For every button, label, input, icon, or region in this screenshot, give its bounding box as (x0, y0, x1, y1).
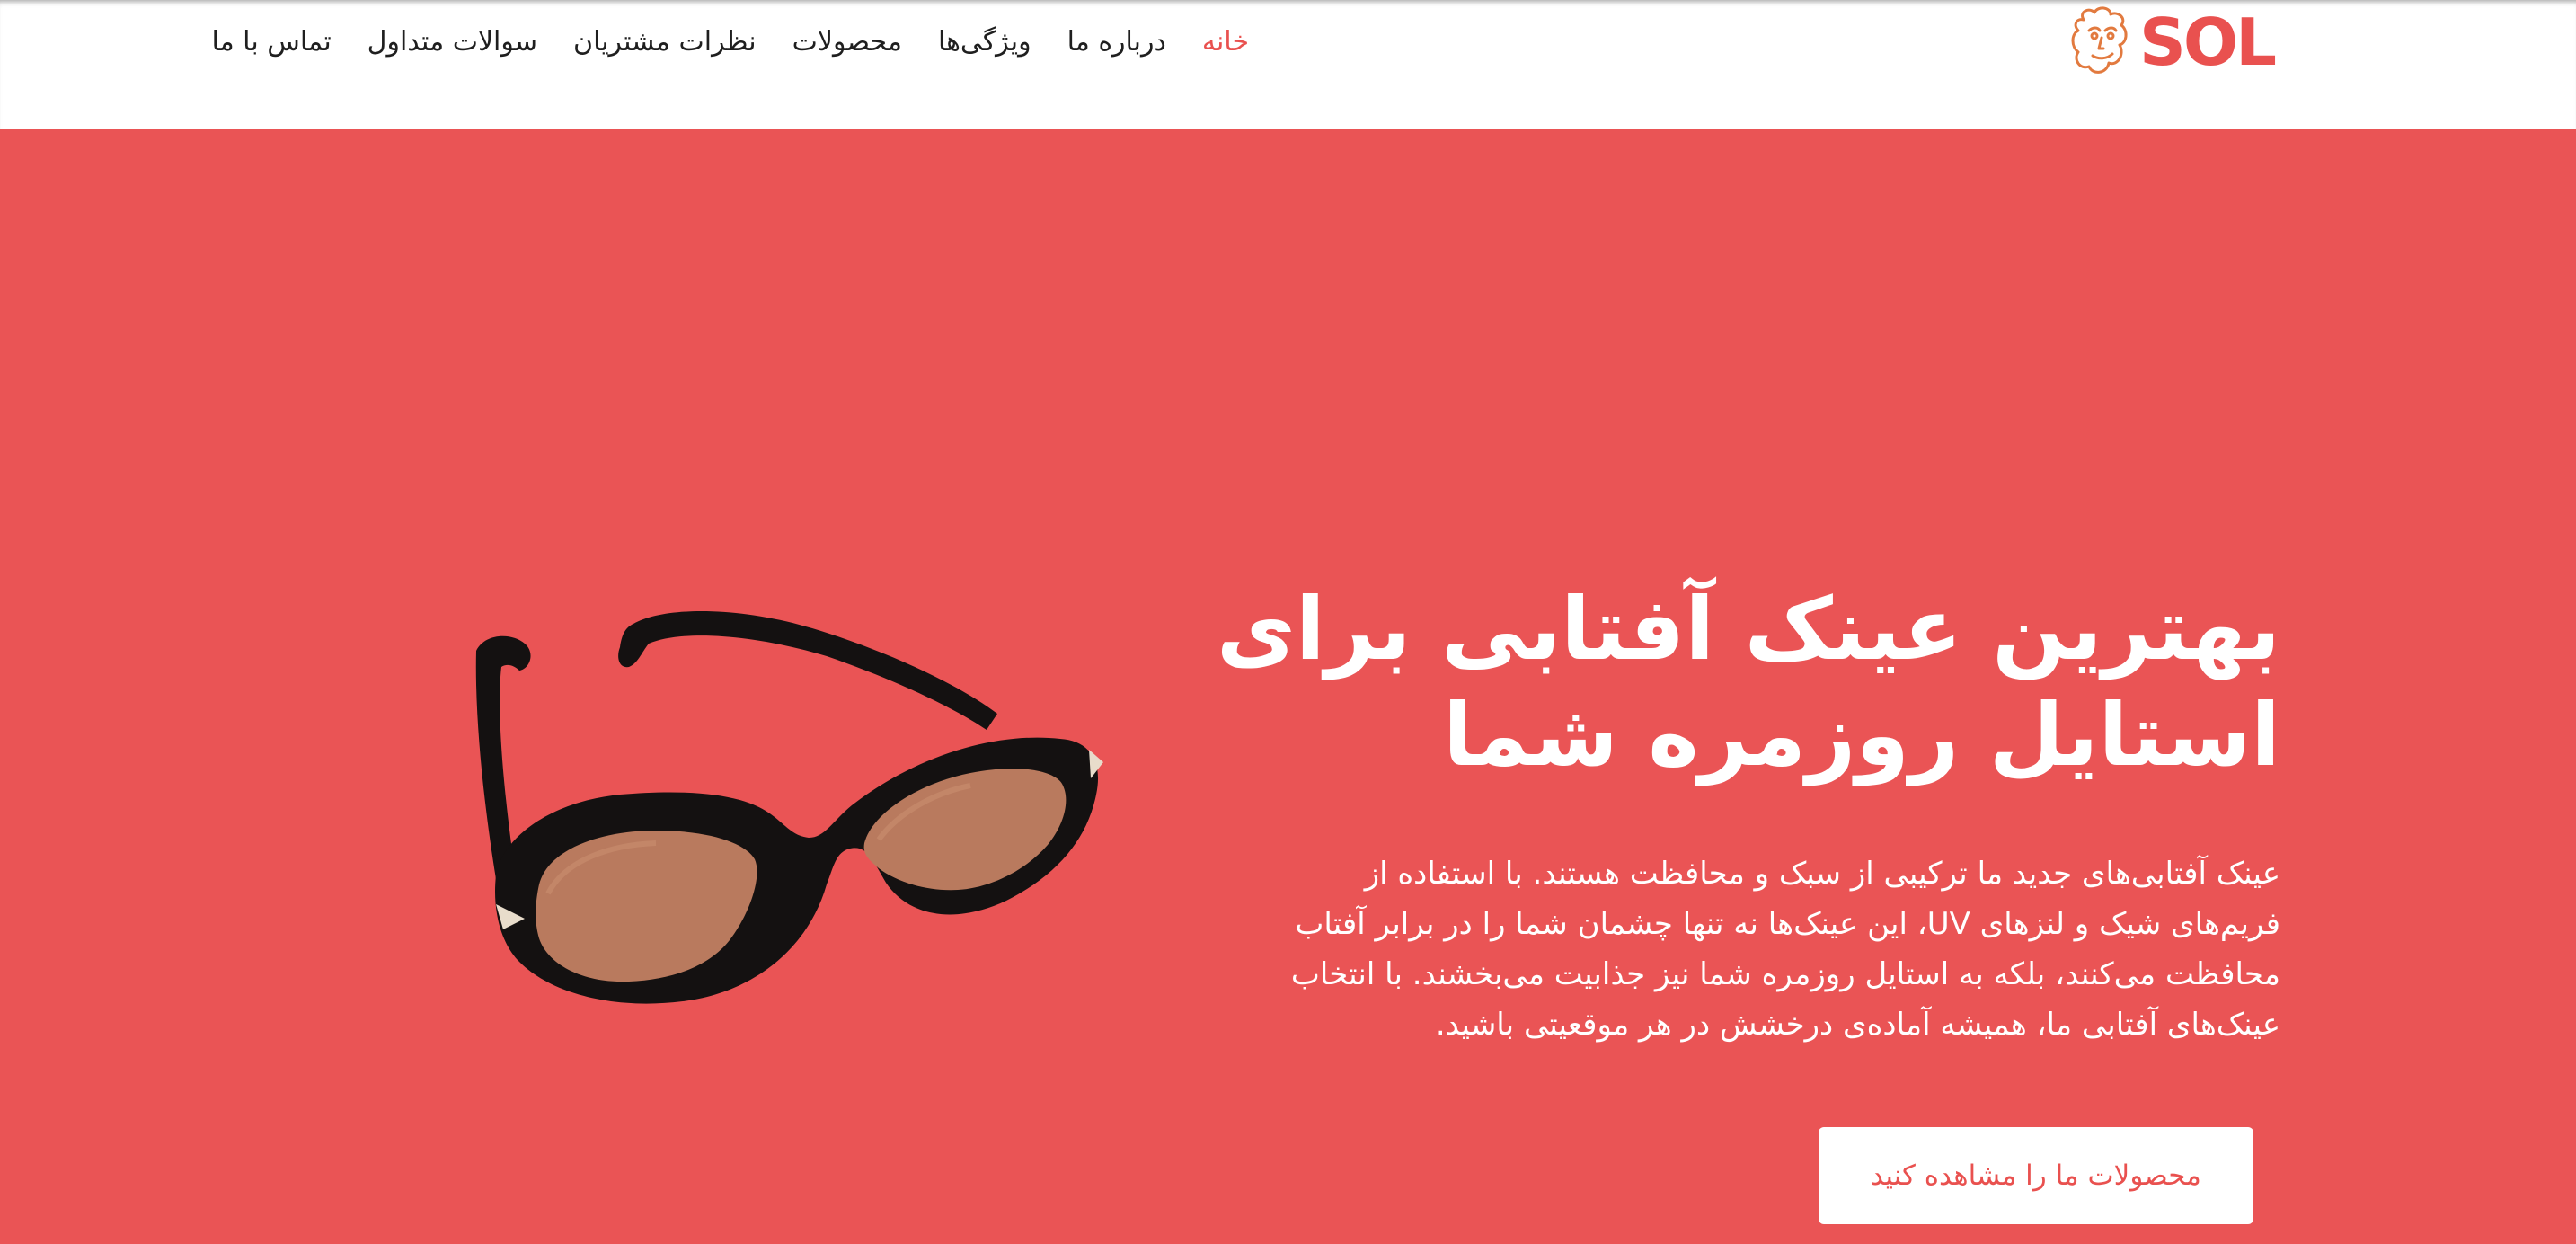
hero-section: بهترین عینک آفتابی برای استایل روزمره شم… (0, 129, 2576, 1244)
hero-title: بهترین عینک آفتابی برای استایل روزمره شم… (1216, 579, 2280, 786)
nav-item-home[interactable]: خانه (1202, 26, 1249, 58)
hero-description: عینک آفتابی‌های جدید ما ترکیبی از سبک و … (1290, 856, 2280, 1043)
nav-item-testimonials[interactable]: نظرات مشتریان (573, 26, 757, 58)
logo-text: SOL (2139, 4, 2277, 80)
logo[interactable]: SOL (2069, 4, 2277, 81)
nav-item-features[interactable]: ویژگی‌ها (938, 26, 1031, 58)
sun-face-icon (2071, 6, 2128, 74)
nav-item-faq[interactable]: سوالات متداول (367, 26, 537, 58)
view-products-button[interactable]: محصولات ما را مشاهده کنید (1819, 1127, 2253, 1224)
nav-item-products[interactable]: محصولات (792, 26, 902, 58)
sunglasses-product-image (475, 611, 1103, 1004)
site-header: SOL خانه درباره ما ویژگی‌ها محصولات نظرا… (0, 0, 2576, 129)
main-nav: خانه درباره ما ویژگی‌ها محصولات نظرات مش… (211, 16, 1249, 67)
nav-item-about[interactable]: درباره ما (1067, 26, 1166, 58)
nav-item-contact[interactable]: تماس با ما (211, 26, 331, 58)
